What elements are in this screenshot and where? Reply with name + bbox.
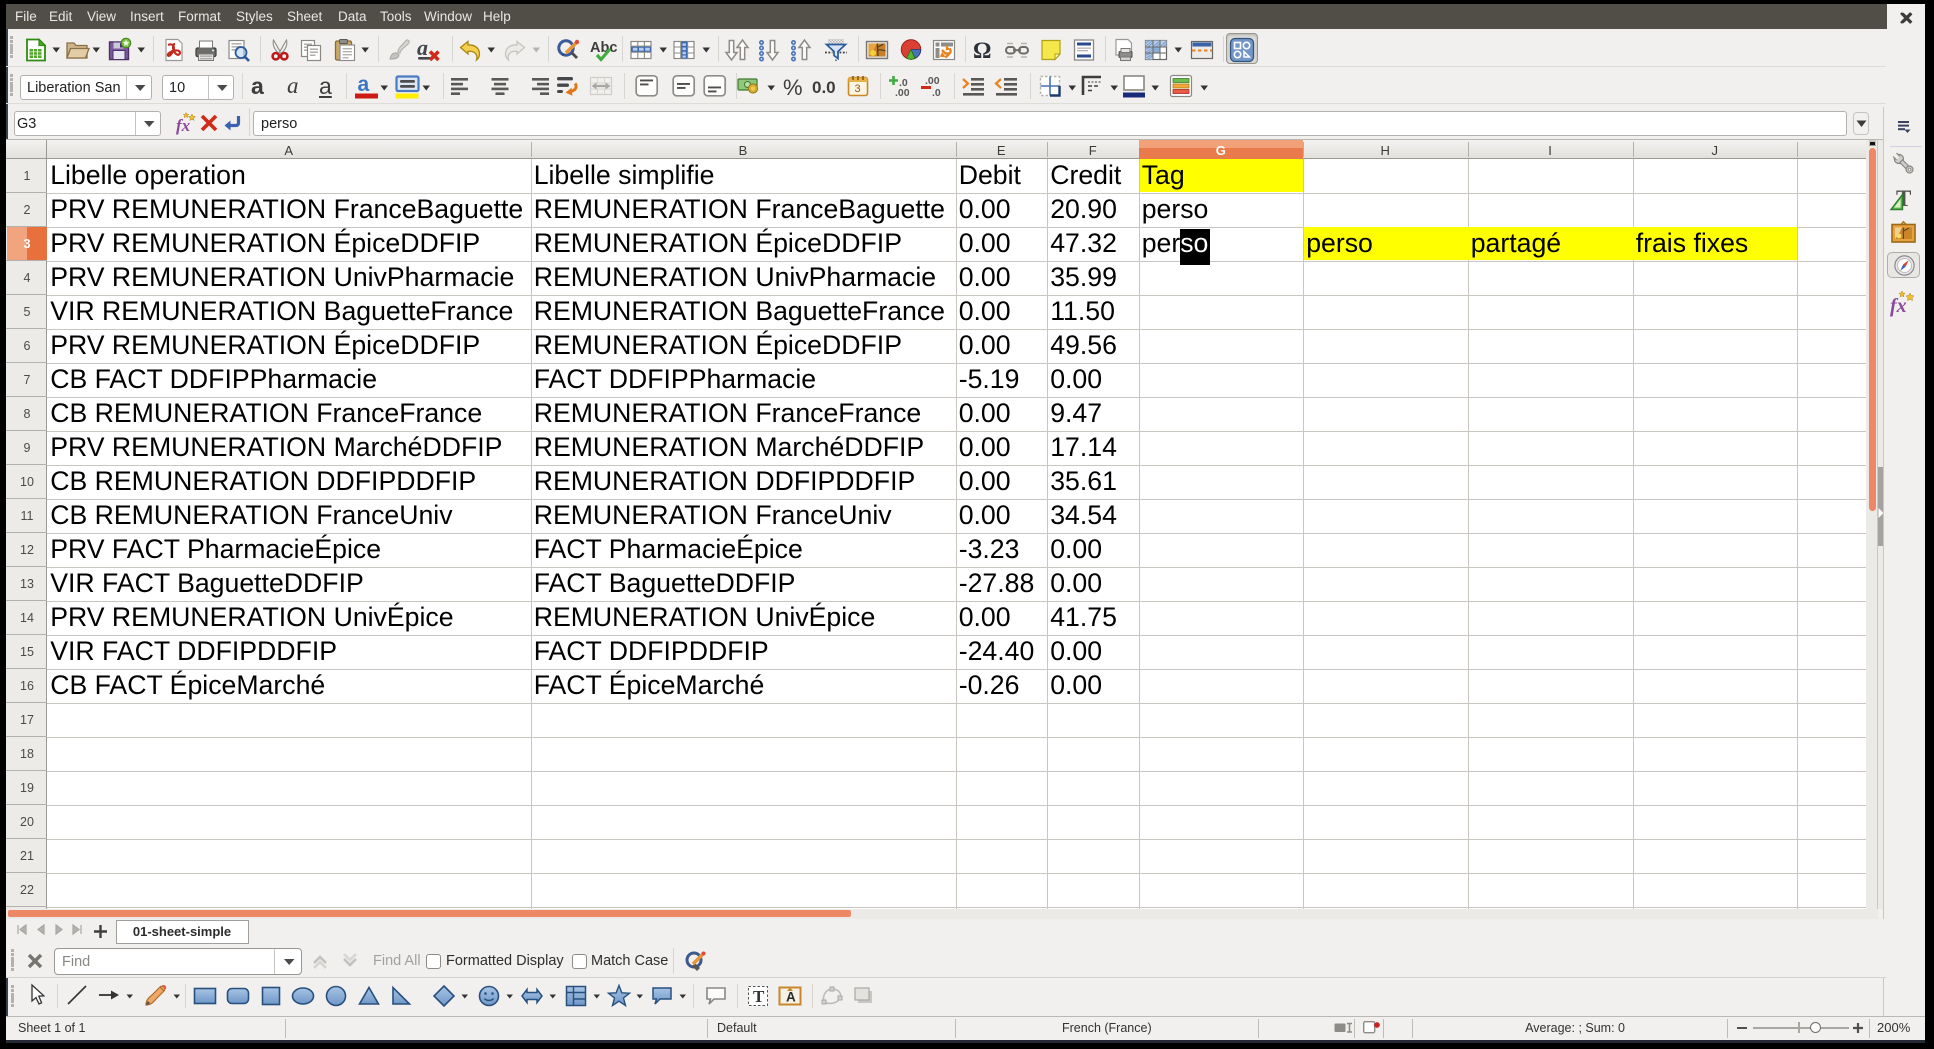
svg-text:fx: fx: [1890, 295, 1907, 317]
svg-text:a: a: [417, 35, 428, 60]
svg-text:A: A: [786, 990, 796, 1005]
svg-text:T: T: [753, 987, 765, 1006]
svg-text:.0: .0: [932, 87, 941, 99]
svg-text:a: a: [358, 73, 370, 96]
svg-text:Abc: Abc: [590, 40, 617, 56]
svg-text:.00: .00: [895, 87, 910, 99]
svg-text:Ω: Ω: [973, 38, 991, 63]
svg-text:.00: .00: [925, 75, 940, 87]
svg-text:fx: fx: [176, 116, 191, 135]
svg-text:3: 3: [855, 83, 861, 95]
